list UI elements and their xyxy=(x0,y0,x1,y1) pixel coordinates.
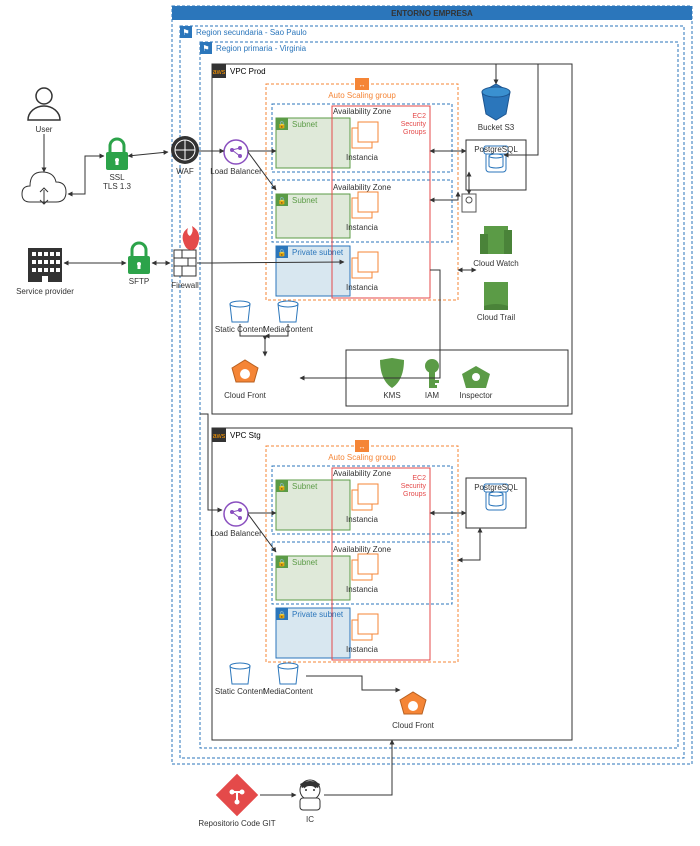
vpc-prod-label: VPC Prod xyxy=(230,67,266,76)
lock-icon: SSLTLS 1.3 xyxy=(103,139,132,191)
svg-text:TLS 1.3: TLS 1.3 xyxy=(103,182,132,191)
vpc-stg-label: VPC Stg xyxy=(230,431,261,440)
svg-text:Security: Security xyxy=(401,483,427,490)
title: ENTORNO EMPRESA xyxy=(391,9,473,18)
svg-text:User: User xyxy=(36,125,53,134)
svg-text:KMS: KMS xyxy=(383,391,400,400)
svg-text:WAF: WAF xyxy=(176,167,194,176)
svg-text:🔒: 🔒 xyxy=(278,197,287,205)
architecture-diagram: ENTORNO EMPRESA ⚑ Region secundaria - Sa… xyxy=(0,0,700,846)
svg-text:Subnet: Subnet xyxy=(292,558,318,567)
svg-text:Cloud Front: Cloud Front xyxy=(224,391,267,400)
svg-text:Instancia: Instancia xyxy=(346,645,379,654)
svg-text:Bucket S3: Bucket S3 xyxy=(478,123,515,132)
svg-text:Load Balancer: Load Balancer xyxy=(210,167,262,176)
svg-text:PostgreSQL: PostgreSQL xyxy=(474,483,518,492)
asg-prod-label: Auto Scaling group xyxy=(328,91,396,100)
svg-text:Availability Zone: Availability Zone xyxy=(333,183,392,192)
svg-text:Groups: Groups xyxy=(403,129,426,136)
svg-text:Cloud Watch: Cloud Watch xyxy=(473,259,519,268)
svg-text:MediaContent: MediaContent xyxy=(263,687,314,696)
svg-text:Availability Zone: Availability Zone xyxy=(333,545,392,554)
svg-text:aws: aws xyxy=(213,69,226,76)
svg-text:Subnet: Subnet xyxy=(292,120,318,129)
svg-text:↔: ↔ xyxy=(359,444,366,451)
svg-text:Repositorio Code GIT: Repositorio Code GIT xyxy=(198,819,275,828)
svg-text:Groups: Groups xyxy=(403,491,426,498)
svg-text:Instancia: Instancia xyxy=(346,153,379,162)
svg-text:Cloud Front: Cloud Front xyxy=(392,721,435,730)
lock-icon: SFTP xyxy=(128,243,150,286)
svg-text:🔒: 🔒 xyxy=(278,611,287,619)
svg-text:Availability Zone: Availability Zone xyxy=(333,469,392,478)
svg-text:🔒: 🔒 xyxy=(278,483,287,491)
svg-text:Firewall: Firewall xyxy=(171,281,199,290)
region-secondary-label: Region secundaria - Sao Paulo xyxy=(196,28,307,37)
svg-text:Load Balancer: Load Balancer xyxy=(210,529,262,538)
svg-text:Instancia: Instancia xyxy=(346,283,379,292)
svg-text:aws: aws xyxy=(213,433,226,440)
svg-text:Subnet: Subnet xyxy=(292,196,318,205)
svg-text:PostgreSQL: PostgreSQL xyxy=(474,145,518,154)
svg-text:⚑: ⚑ xyxy=(182,28,189,37)
svg-text:Availability Zone: Availability Zone xyxy=(333,107,392,116)
svg-text:⚑: ⚑ xyxy=(202,44,209,53)
file-icon xyxy=(462,194,476,212)
svg-text:Private subnet: Private subnet xyxy=(292,610,344,619)
svg-text:IC: IC xyxy=(306,815,314,824)
svg-text:Subnet: Subnet xyxy=(292,482,318,491)
svg-text:Instancia: Instancia xyxy=(346,585,379,594)
svg-text:Instancia: Instancia xyxy=(346,223,379,232)
svg-text:Inspector: Inspector xyxy=(460,391,493,400)
cloud-icon xyxy=(22,172,66,204)
svg-text:Cloud Trail: Cloud Trail xyxy=(477,313,515,322)
svg-text:Static Content: Static Content xyxy=(215,687,266,696)
svg-text:IAM: IAM xyxy=(425,391,440,400)
svg-text:Security: Security xyxy=(401,121,427,128)
svg-text:Private subnet: Private subnet xyxy=(292,248,344,257)
jenkins-icon: IC xyxy=(300,780,320,824)
svg-text:🔒: 🔒 xyxy=(278,559,287,567)
git-icon: Repositorio Code GIT xyxy=(198,774,275,828)
svg-text:SFTP: SFTP xyxy=(129,277,149,286)
svg-text:EC2: EC2 xyxy=(412,475,426,482)
region-primary-label: Region primaria - Virginia xyxy=(216,44,307,53)
user-icon: User xyxy=(28,88,60,134)
svg-text:SSL: SSL xyxy=(109,173,125,182)
svg-text:Auto Scaling group: Auto Scaling group xyxy=(328,453,396,462)
svg-text:EC2: EC2 xyxy=(412,113,426,120)
svg-text:🔒: 🔒 xyxy=(278,249,287,257)
svg-text:Instancia: Instancia xyxy=(346,515,379,524)
svg-text:↔: ↔ xyxy=(359,82,366,89)
svg-text:Service provider: Service provider xyxy=(16,287,74,296)
svg-text:🔒: 🔒 xyxy=(278,121,287,129)
building-icon: Service provider xyxy=(16,248,74,296)
